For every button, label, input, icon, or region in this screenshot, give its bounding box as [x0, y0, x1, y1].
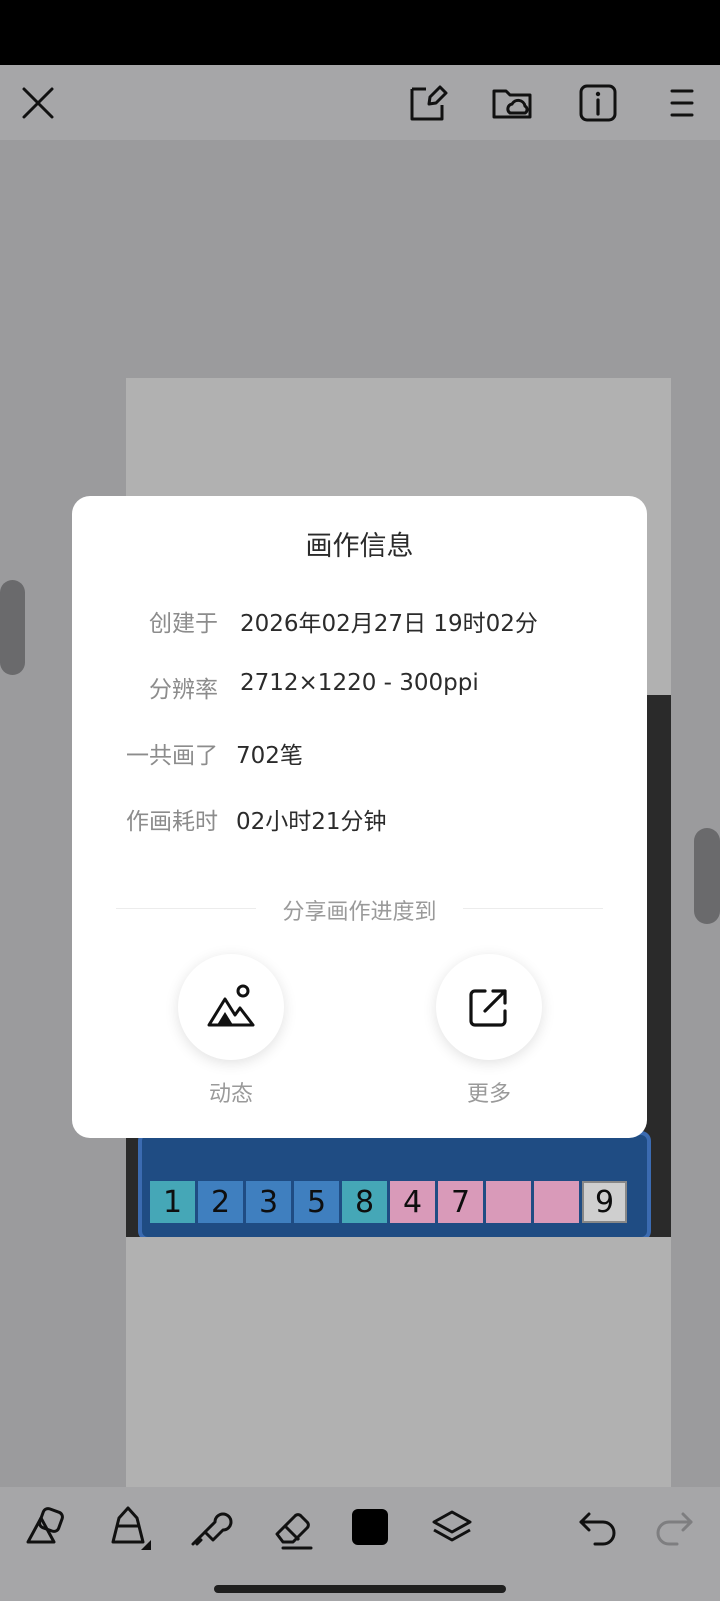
board-cell: 9: [582, 1181, 627, 1223]
close-button[interactable]: [14, 79, 62, 127]
created-at-value: 2026年02月27日 19时02分: [240, 611, 538, 637]
board-cell: [534, 1181, 579, 1223]
left-side-slider-handle[interactable]: [0, 580, 25, 675]
board-cell: 8: [342, 1181, 387, 1223]
eraser-tool-button[interactable]: [266, 1501, 318, 1553]
cloud-folder-icon: [492, 89, 532, 119]
redo-button[interactable]: [648, 1501, 700, 1553]
pencil-tool-button[interactable]: [102, 1501, 154, 1553]
smudge-tool-button[interactable]: [184, 1501, 236, 1553]
info-button[interactable]: [574, 79, 622, 127]
board-row: 1 2 3 5 8 4 7 9: [150, 1181, 627, 1223]
smudge-icon: [191, 1512, 233, 1546]
share-more-button[interactable]: [436, 954, 542, 1060]
board-cell: [486, 1181, 531, 1223]
info-icon: [579, 84, 617, 122]
board-cell: 7: [438, 1181, 483, 1223]
undo-button[interactable]: [572, 1501, 624, 1553]
board-cell: 2: [198, 1181, 243, 1223]
pencil-icon: [111, 1506, 151, 1550]
color-swatch-button[interactable]: [344, 1501, 396, 1553]
dialog-title: 画作信息: [305, 531, 414, 562]
external-share-icon: [469, 989, 507, 1027]
resolution-value: 2712×1220 - 300ppi: [240, 670, 479, 696]
top-toolbar: [0, 65, 720, 140]
board-cell: 3: [246, 1181, 291, 1223]
menu-icon: [670, 89, 694, 117]
layers-tool-button[interactable]: [426, 1501, 478, 1553]
board-cell: 4: [390, 1181, 435, 1223]
edit-canvas-button[interactable]: [404, 79, 452, 127]
redo-icon: [656, 1512, 693, 1546]
shapes-icon: [26, 1507, 64, 1544]
share-to-feed-label: 动态: [208, 1082, 253, 1107]
stroke-count-value: 702笔: [236, 743, 303, 769]
stroke-count-label: 一共画了: [126, 743, 218, 769]
cloud-folder-button[interactable]: [488, 79, 536, 127]
shapes-tool-button[interactable]: [20, 1501, 72, 1553]
puzzle-board: 1 2 3 5 8 4 7 9: [138, 1131, 651, 1237]
color-swatch-icon: [352, 1509, 388, 1545]
edit-canvas-icon: [410, 85, 448, 121]
eraser-icon: [275, 1513, 313, 1550]
bottom-toolbar: [0, 1487, 720, 1567]
artwork-info-dialog: 画作信息 创建于 2026年02月27日 19时02分 分辨率 2712×122…: [72, 496, 647, 1138]
drawing-time-value: 02小时21分钟: [236, 809, 387, 835]
share-progress-title: 分享画作进度到: [282, 900, 437, 925]
resolution-label: 分辨率: [149, 677, 218, 703]
layers-icon: [432, 1510, 472, 1542]
undo-icon: [579, 1512, 616, 1546]
created-at-label: 创建于: [149, 611, 218, 637]
right-side-slider-handle[interactable]: [694, 828, 720, 924]
status-bar: [0, 0, 720, 65]
share-more-label: 更多: [466, 1082, 511, 1107]
board-cell: 5: [294, 1181, 339, 1223]
landscape-icon: [207, 984, 255, 1027]
menu-button[interactable]: [658, 79, 706, 127]
drawing-time-label: 作画耗时: [126, 809, 218, 835]
system-nav-bar: [0, 1567, 720, 1601]
close-icon: [22, 87, 54, 119]
home-gesture-bar[interactable]: [214, 1585, 506, 1593]
board-cell: 1: [150, 1181, 195, 1223]
share-to-feed-button[interactable]: [178, 954, 284, 1060]
